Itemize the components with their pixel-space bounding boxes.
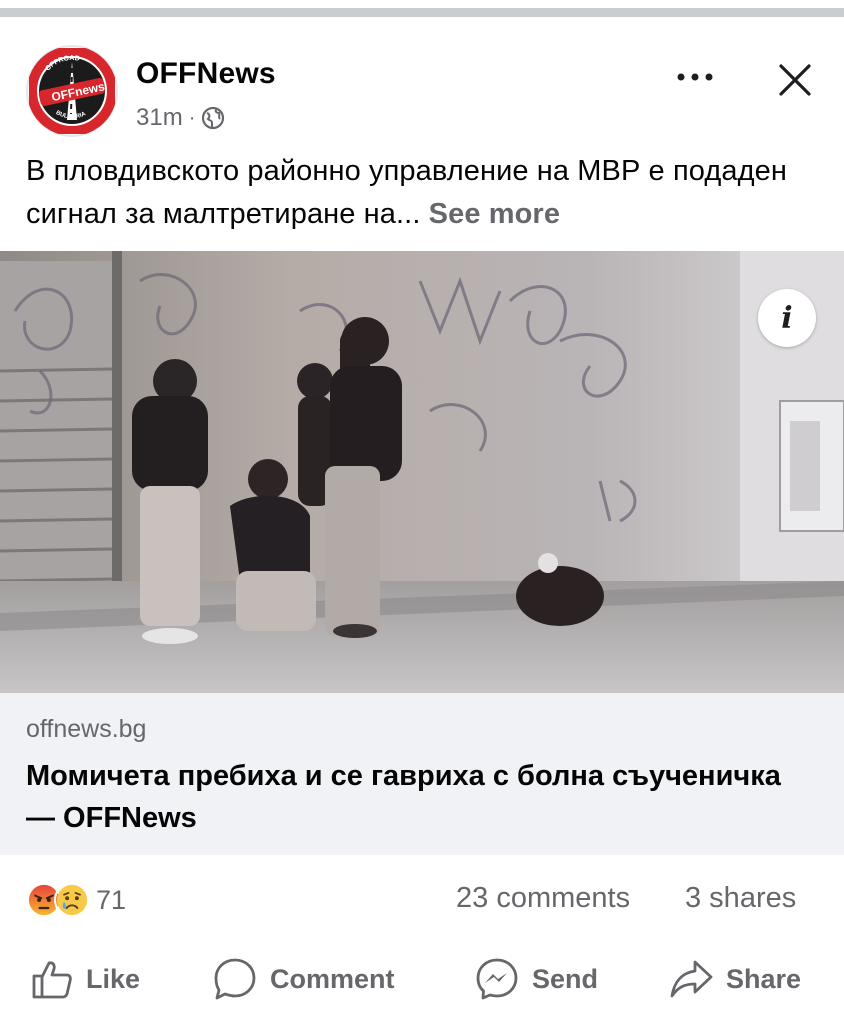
comments-count[interactable]: 23 comments (456, 882, 630, 915)
post-time[interactable]: 31m (136, 104, 183, 132)
globe-icon (201, 106, 225, 130)
link-image[interactable] (0, 251, 844, 693)
share-label: Share (726, 963, 802, 994)
info-button[interactable]: i (758, 289, 816, 347)
hide-post-button[interactable] (770, 55, 820, 105)
see-more-link[interactable]: See more (429, 198, 560, 230)
meta-separator: · (188, 106, 196, 129)
comment-button[interactable]: Comment (212, 955, 395, 1003)
close-icon (779, 64, 811, 96)
video-still-image (0, 251, 844, 693)
share-icon (670, 960, 713, 998)
sad-reaction-icon (54, 882, 90, 918)
share-button[interactable]: Share (668, 955, 801, 1003)
messenger-icon (476, 958, 518, 1000)
comment-icon (214, 958, 256, 1000)
post-body: В пловдивското районно управление на МВР… (26, 155, 787, 230)
link-domain: offnews.bg (26, 715, 147, 743)
like-label: Like (86, 963, 141, 994)
send-button[interactable]: Send (474, 955, 598, 1003)
reactions-summary[interactable]: 71 (26, 882, 126, 918)
post-actions: Like Comment Send Share (0, 945, 844, 1015)
like-icon (32, 961, 72, 999)
feed-divider (0, 8, 844, 17)
link-preview[interactable]: offnews.bg Момичета пребиха и се гавриха… (0, 693, 844, 855)
post-header: OFF news OFFROAD BULGARIA OFFNews 31m · (0, 17, 844, 137)
page-name[interactable]: OFFNews (136, 57, 276, 91)
link-title[interactable]: Момичета пребиха и се гавриха с болна съ… (26, 755, 806, 839)
page-avatar[interactable]: OFF news OFFROAD BULGARIA (26, 45, 118, 137)
offnews-logo: OFF news OFFROAD BULGARIA (29, 48, 115, 134)
post-stats: 71 23 comments 3 shares (0, 870, 844, 930)
post-text: В пловдивското районно управление на МВР… (26, 150, 826, 236)
send-label: Send (532, 963, 599, 994)
more-options-button[interactable] (670, 59, 720, 95)
post-meta: 31m · (136, 104, 225, 132)
shares-count[interactable]: 3 shares (685, 882, 796, 915)
more-dots-icon (677, 73, 713, 81)
like-button[interactable]: Like (30, 955, 140, 1003)
info-icon: i (781, 300, 793, 336)
reaction-count: 71 (96, 884, 127, 915)
comment-label: Comment (270, 963, 395, 994)
